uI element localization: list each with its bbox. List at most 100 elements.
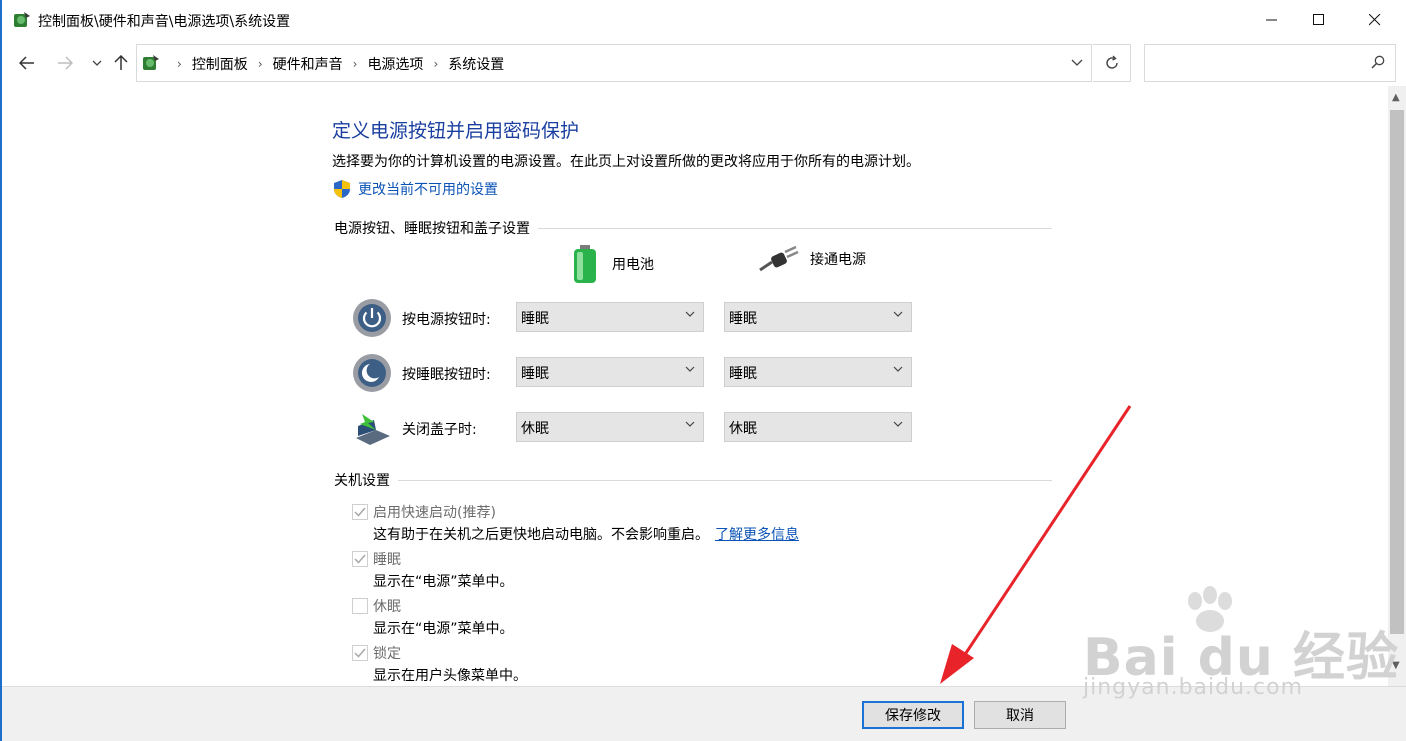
chevron-down-icon xyxy=(685,421,695,427)
power-button-icon xyxy=(353,299,391,337)
chevron-down-icon xyxy=(893,311,903,317)
fast-startup-desc-text: 这有助于在关机之后更快地启动电脑。不会影响重启。 xyxy=(373,527,709,543)
power-button-label: 按电源按钮时: xyxy=(402,312,491,328)
sleep-option-desc: 显示在“电源”菜单中。 xyxy=(373,574,514,590)
maximize-icon xyxy=(1313,14,1324,25)
lid-close-plugged-select[interactable]: 休眠 xyxy=(724,412,912,442)
page-description: 选择要为你的计算机设置的电源设置。在此页上对设置所做的更改将应用于你所有的电源计… xyxy=(332,154,920,170)
sleep-button-icon xyxy=(353,354,391,392)
address-bar[interactable]: › 控制面板 › 硬件和声音 › 电源选项 › 系统设置 xyxy=(136,44,1092,82)
checkmark-icon xyxy=(354,554,366,564)
breadcrumb-separator-icon[interactable]: › xyxy=(258,57,263,71)
power-button-row: 按电源按钮时: 睡眠 睡眠 xyxy=(352,298,922,338)
plugged-in-column-label: 接通电源 xyxy=(810,252,866,268)
chevron-down-icon xyxy=(893,366,903,372)
search-input[interactable] xyxy=(1144,44,1396,82)
select-value: 休眠 xyxy=(521,421,549,437)
scroll-up-arrow-icon[interactable]: ▲ xyxy=(1392,92,1400,103)
hibernate-option-label: 休眠 xyxy=(373,599,401,615)
breadcrumb-separator-icon[interactable]: › xyxy=(353,57,358,71)
control-panel-icon xyxy=(14,12,30,27)
fast-startup-desc: 这有助于在关机之后更快地启动电脑。不会影响重启。 了解更多信息 xyxy=(373,524,799,544)
battery-column-label: 用电池 xyxy=(612,257,654,273)
checkmark-icon xyxy=(354,507,366,517)
close-icon xyxy=(1369,14,1381,26)
watermark-sub-text: jingyan.baidu.com xyxy=(1083,675,1304,700)
select-value: 睡眠 xyxy=(729,366,757,382)
refresh-icon xyxy=(1105,55,1118,69)
breadcrumb-control-panel[interactable]: 控制面板 xyxy=(192,54,248,74)
arrow-left-icon xyxy=(19,56,34,70)
power-button-battery-select[interactable]: 睡眠 xyxy=(516,302,704,332)
chevron-down-icon xyxy=(685,366,695,372)
page-title: 定义电源按钮并启用密码保护 xyxy=(332,120,580,142)
recent-locations-button[interactable] xyxy=(86,52,108,74)
scrollbar-thumb[interactable] xyxy=(1390,110,1404,634)
chevron-down-icon xyxy=(685,311,695,317)
breadcrumb-separator-icon[interactable]: › xyxy=(177,57,182,71)
section-title: 关机设置 xyxy=(334,473,390,489)
arrow-right-icon xyxy=(58,56,73,70)
select-value: 睡眠 xyxy=(521,311,549,327)
battery-column-header: 用电池 xyxy=(568,244,654,284)
back-button[interactable] xyxy=(16,52,38,74)
uac-shield-icon xyxy=(334,180,350,198)
sleep-button-row: 按睡眠按钮时: 睡眠 睡眠 xyxy=(352,353,922,393)
power-buttons-section-header: 电源按钮、睡眠按钮和盖子设置 xyxy=(334,218,1052,238)
minimize-button[interactable] xyxy=(1249,0,1295,40)
arrow-up-icon xyxy=(114,55,128,70)
select-value: 睡眠 xyxy=(729,311,757,327)
breadcrumb-power-options[interactable]: 电源选项 xyxy=(367,54,423,74)
chevron-down-icon xyxy=(1071,59,1083,66)
baidu-watermark: Bai du 经验 jingyan.baidu.com xyxy=(1075,585,1398,710)
change-settings-label: 更改当前不可用的设置 xyxy=(358,182,498,198)
breadcrumb: › 控制面板 › 硬件和声音 › 电源选项 › 系统设置 xyxy=(167,54,504,74)
navigation-bar: › 控制面板 › 硬件和声音 › 电源选项 › 系统设置 xyxy=(2,40,1406,86)
sleep-checkbox[interactable] xyxy=(352,551,368,567)
save-changes-button[interactable]: 保存修改 xyxy=(862,701,964,729)
forward-button[interactable] xyxy=(54,52,76,74)
fast-startup-checkbox[interactable] xyxy=(352,504,368,520)
battery-icon xyxy=(574,245,596,283)
plugged-in-column-header: 接通电源 xyxy=(758,244,866,274)
select-value: 休眠 xyxy=(729,421,757,437)
sleep-button-plugged-select[interactable]: 睡眠 xyxy=(724,357,912,387)
breadcrumb-hardware-sound[interactable]: 硬件和声音 xyxy=(273,54,343,74)
power-button-plugged-select[interactable]: 睡眠 xyxy=(724,302,912,332)
section-divider xyxy=(538,227,1052,229)
close-button[interactable] xyxy=(1352,0,1398,40)
title-bar: 控制面板\硬件和声音\电源选项\系统设置 xyxy=(2,0,1406,40)
lid-close-label: 关闭盖子时: xyxy=(402,422,477,438)
sleep-button-battery-select[interactable]: 睡眠 xyxy=(516,357,704,387)
laptop-lid-icon xyxy=(356,414,390,445)
refresh-button[interactable] xyxy=(1093,44,1131,82)
lock-option-label: 锁定 xyxy=(373,646,401,662)
breadcrumb-system-settings[interactable]: 系统设置 xyxy=(448,54,504,74)
chevron-down-icon xyxy=(92,60,102,66)
sleep-button-label: 按睡眠按钮时: xyxy=(402,367,491,383)
up-button[interactable] xyxy=(110,52,132,74)
power-plug-icon xyxy=(759,245,799,272)
breadcrumb-separator-icon[interactable]: › xyxy=(433,57,438,71)
lid-close-row: 关闭盖子时: 休眠 休眠 xyxy=(352,408,922,448)
lock-checkbox[interactable] xyxy=(352,645,368,661)
minimize-icon xyxy=(1266,19,1277,21)
change-settings-link[interactable]: 更改当前不可用的设置 xyxy=(332,179,498,199)
cancel-button[interactable]: 取消 xyxy=(974,701,1066,729)
select-value: 睡眠 xyxy=(521,366,549,382)
vertical-scrollbar[interactable]: ▲ ▼ xyxy=(1388,86,1406,686)
lock-option-desc: 显示在用户头像菜单中。 xyxy=(373,668,527,684)
control-panel-icon xyxy=(143,55,159,70)
chevron-down-icon xyxy=(893,421,903,427)
learn-more-link[interactable]: 了解更多信息 xyxy=(715,527,799,543)
address-dropdown-button[interactable] xyxy=(1071,55,1083,71)
section-title: 电源按钮、睡眠按钮和盖子设置 xyxy=(334,221,530,237)
lid-close-battery-select[interactable]: 休眠 xyxy=(516,412,704,442)
hibernate-checkbox[interactable] xyxy=(352,598,368,614)
maximize-button[interactable] xyxy=(1296,0,1342,40)
window-title: 控制面板\硬件和声音\电源选项\系统设置 xyxy=(38,14,291,30)
search-icon xyxy=(1371,55,1385,73)
hibernate-option-desc: 显示在“电源”菜单中。 xyxy=(373,621,514,637)
checkmark-icon xyxy=(354,648,366,658)
sleep-option-label: 睡眠 xyxy=(373,552,401,568)
